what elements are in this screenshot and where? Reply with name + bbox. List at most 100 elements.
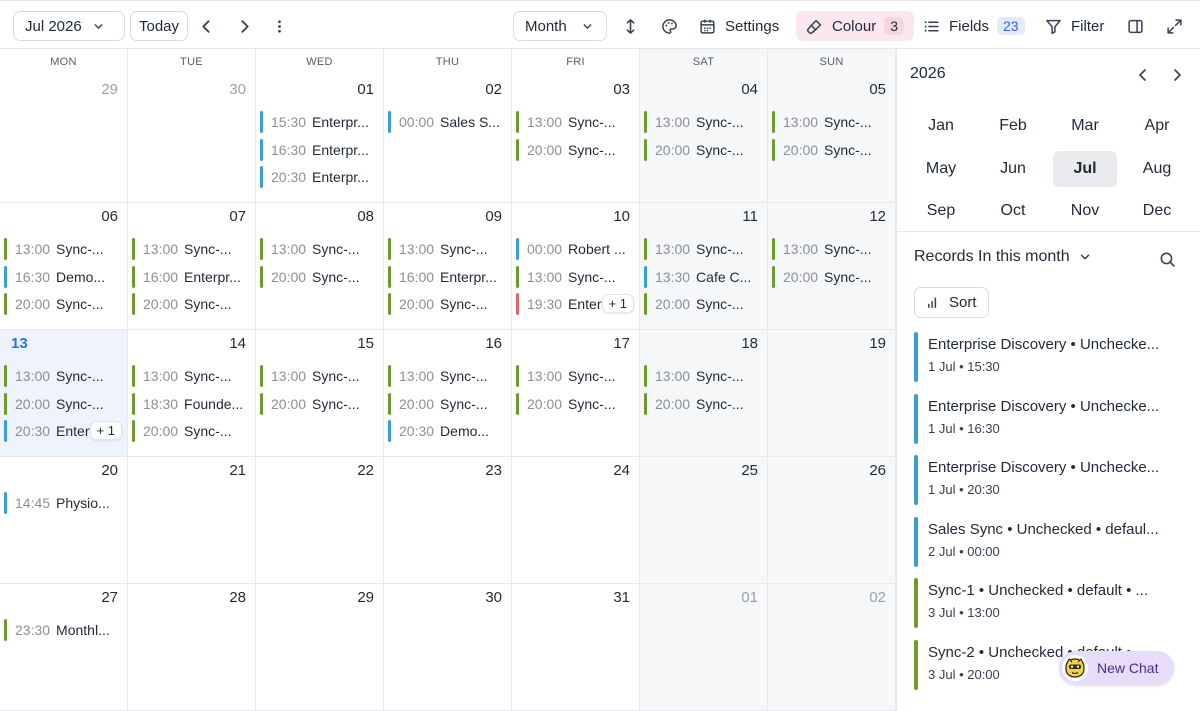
calendar-event[interactable]: 13:00 Sync-... [644,238,761,260]
calendar-event[interactable]: 20:00 Sync-... [260,392,377,415]
calendar-event[interactable]: 20:00 Sync-... [388,392,505,415]
today-button[interactable]: Today [130,11,188,41]
calendar-event[interactable]: 20:00 Sync-... [4,293,121,315]
day-cell[interactable]: 30 [384,584,512,711]
month-option[interactable]: Sep [909,193,973,230]
calendar-event[interactable]: 20:00 Sync-... [772,265,889,288]
day-cell[interactable]: 31 [512,584,640,711]
day-cell[interactable]: 03 13:00 Sync-... 20:00 Sync-... [512,76,640,203]
calendar-event[interactable]: 14:45 Physio... [4,492,121,514]
more-events-button[interactable]: + 1 [89,421,122,440]
previous-month-button[interactable] [192,11,220,41]
day-cell[interactable]: 28 [128,584,256,711]
day-cell[interactable]: 25 [640,457,768,584]
day-cell[interactable]: 02 [768,584,896,711]
day-cell[interactable]: 01 [640,584,768,711]
search-records-button[interactable] [1155,247,1179,271]
day-cell[interactable]: 22 [256,457,384,584]
day-cell[interactable]: 05 13:00 Sync-... 20:00 Sync-... [768,76,896,203]
calendar-event[interactable]: 16:30 Demo... [4,265,121,288]
day-cell[interactable]: 14 13:00 Sync-... 18:30 Founde... 20:00 Sync-.… [128,330,256,457]
calendar-event[interactable]: 13:00 Sync-... [132,365,249,387]
record-item[interactable]: Enterprise Discovery • Unchecke... 1 Jul … [914,393,1184,444]
calendar-event[interactable]: 20:00 Sync-... [132,293,249,315]
day-cell[interactable]: 19 [768,330,896,457]
calendar-event[interactable]: 20:00 Sync-... [516,392,633,415]
month-option[interactable]: Jul [1053,150,1117,187]
toggle-sidebar-button[interactable] [1121,11,1149,41]
calendar-event[interactable]: 20:00 Sync-... [644,392,761,415]
day-cell[interactable]: 18 13:00 Sync-... 20:00 Sync-... [640,330,768,457]
calendar-event[interactable]: 16:30 Enterpr... [260,138,377,161]
day-cell[interactable]: 11 13:00 Sync-... 13:30 Cafe C... 20:00 Sync-.… [640,203,768,330]
calendar-event[interactable]: 13:00 Sync-... [644,365,761,387]
month-option[interactable]: Jun [981,151,1045,188]
view-mode-select[interactable]: Month [513,11,607,41]
calendar-event[interactable]: 13:00 Sync-... [772,111,889,133]
month-option[interactable]: Apr [1125,108,1189,145]
day-cell-today[interactable]: 13 13:00 Sync-... 20:00 Sync-... 20:30 Enter + … [0,330,128,457]
next-year-button[interactable] [1165,63,1189,87]
month-option[interactable]: Nov [1053,193,1117,230]
month-option[interactable]: Oct [981,193,1045,230]
calendar-event[interactable]: 23:30 Monthl... [4,619,121,641]
day-cell[interactable]: 16 13:00 Sync-... 20:00 Sync-... 20:30 Demo... [384,330,512,457]
month-option[interactable]: Mar [1053,108,1117,145]
month-option[interactable]: May [909,151,973,188]
day-cell[interactable]: 07 13:00 Sync-... 16:00 Enterpr... 20:00 Sync-… [128,203,256,330]
next-month-button[interactable] [230,11,258,41]
day-cell[interactable]: 30 [128,76,256,203]
calendar-event[interactable]: 13:00 Sync-... [772,238,889,260]
month-option[interactable]: Jan [909,108,973,145]
calendar-event[interactable]: 13:00 Sync-... [260,365,377,387]
calendar-event[interactable]: 13:00 Sync-... [4,365,121,387]
day-cell[interactable]: 04 13:00 Sync-... 20:00 Sync-... [640,76,768,203]
month-option[interactable]: Aug [1125,151,1189,188]
calendar-event[interactable]: 13:00 Sync-... [516,265,633,288]
record-item[interactable]: Sync-1 • Unchecked • default • ... 3 Jul … [914,578,1184,628]
day-cell[interactable]: 27 23:30 Monthl... [0,584,128,711]
calendar-event[interactable]: 15:30 Enterpr... [260,111,377,133]
calendar-event[interactable]: 13:00 Sync-... [644,111,761,133]
previous-year-button[interactable] [1131,63,1155,87]
day-cell[interactable]: 10 00:00 Robert ... 13:00 Sync-... 19:30 Enter… [512,203,640,330]
calendar-event[interactable]: 13:00 Sync-... [132,238,249,260]
day-cell[interactable]: 12 13:00 Sync-... 20:00 Sync-... [768,203,896,330]
day-cell[interactable]: 02 00:00 Sales S... [384,76,512,203]
day-cell[interactable]: 21 [128,457,256,584]
calendar-event[interactable]: 20:00 Sync-... [132,420,249,442]
calendar-event[interactable]: 20:00 Sync-... [4,392,121,415]
fullscreen-button[interactable] [1160,11,1188,41]
records-filter-dropdown[interactable]: Records In this month [914,248,1092,266]
calendar-event[interactable]: 16:00 Enterpr... [132,265,249,288]
day-cell[interactable]: 20 14:45 Physio... [0,457,128,584]
settings-button[interactable]: Settings [699,11,779,41]
day-cell[interactable]: 17 13:00 Sync-... 20:00 Sync-... [512,330,640,457]
calendar-event[interactable]: 13:30 Cafe C... [644,265,761,288]
calendar-event[interactable]: 13:00 Sync-... [260,238,377,260]
record-item[interactable]: Enterprise Discovery • Unchecke... 1 Jul … [914,455,1184,505]
day-cell[interactable]: 23 [384,457,512,584]
colour-button[interactable]: Colour 3 [796,11,914,41]
calendar-event[interactable]: 13:00 Sync-... [4,238,121,260]
day-cell[interactable]: 09 13:00 Sync-... 16:00 Enterpr... 20:00 Sync-… [384,203,512,330]
day-cell[interactable]: 01 15:30 Enterpr... 16:30 Enterpr... 20:30 Ent… [256,76,384,203]
month-option[interactable]: Dec [1125,193,1189,230]
more-events-button[interactable]: + 1 [601,294,634,313]
calendar-event[interactable]: 13:00 Sync-... [516,111,633,133]
calendar-event[interactable]: 00:00 Sales S... [388,111,505,133]
calendar-event[interactable]: 20:00 Sync-... [516,138,633,161]
more-options-button[interactable] [265,11,293,41]
row-height-button[interactable] [616,11,644,41]
day-cell[interactable]: 15 13:00 Sync-... 20:00 Sync-... [256,330,384,457]
calendar-event[interactable]: 20:00 Sync-... [388,293,505,315]
day-cell[interactable]: 08 13:00 Sync-... 20:00 Sync-... [256,203,384,330]
sort-button[interactable]: Sort [914,287,989,318]
month-picker-button[interactable]: Jul 2026 [13,11,125,41]
new-chat-button[interactable]: New Chat [1059,651,1174,685]
calendar-event[interactable]: 20:30 Enterpr... [260,166,377,188]
fields-button[interactable]: Fields 23 [923,11,1025,41]
theme-button[interactable] [655,11,683,41]
calendar-event[interactable]: 20:00 Sync-... [644,138,761,161]
calendar-event[interactable]: 13:00 Sync-... [388,238,505,260]
